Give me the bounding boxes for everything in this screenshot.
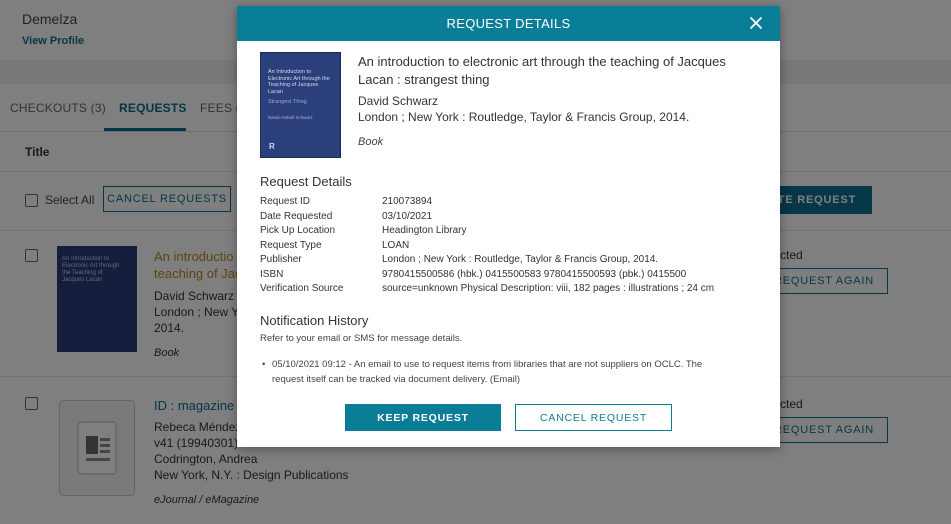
dialog-header: REQUEST DETAILS: [237, 6, 780, 41]
history-item-text: 05/10/2021 09:12 - An email to use to re…: [272, 359, 703, 385]
book-type: Book: [358, 136, 384, 148]
notification-history-heading: Notification History: [260, 313, 369, 328]
detail-value: 03/10/2021: [382, 210, 433, 222]
bullet-icon: •: [262, 359, 266, 370]
history-item: • 05/10/2021 09:12 - An email to use to …: [260, 358, 730, 387]
detail-label: Request Type: [260, 239, 322, 251]
detail-value: 9780415500586 (hbk.) 0415500583 97804155…: [382, 268, 687, 280]
cover-title-text: An Introduction to Electronic Art throug…: [268, 69, 330, 95]
detail-row: Request ID 210073894: [260, 196, 760, 211]
detail-row: Date Requested 03/10/2021: [260, 211, 760, 226]
request-details-table: Request ID 210073894 Date Requested 03/10/…: [260, 196, 760, 298]
request-details-dialog: REQUEST DETAILS An Introduction to Elect…: [237, 6, 780, 447]
history-note: Refer to your email or SMS for message d…: [260, 333, 463, 344]
book-author: David Schwarz: [358, 94, 439, 108]
publisher-logo-icon: R: [269, 142, 275, 151]
book-publication: London ; New York : Routledge, Taylor & …: [358, 110, 690, 124]
book-cover-image: An Introduction to Electronic Art throug…: [260, 52, 341, 158]
detail-value: Headington Library: [382, 225, 467, 236]
detail-row: Verification Source source=unknown Physic…: [260, 283, 760, 298]
dialog-title: REQUEST DETAILS: [446, 16, 571, 31]
close-icon[interactable]: [748, 15, 764, 31]
detail-label: Publisher: [260, 254, 302, 265]
detail-value: London ; New York : Routledge, Taylor & …: [382, 254, 659, 265]
book-title: An introduction to electronic art throug…: [358, 54, 726, 87]
detail-label: Verification Source: [260, 283, 344, 294]
detail-value: source=unknown Physical Description: vii…: [382, 283, 715, 294]
detail-row: Request Type LOAN: [260, 240, 760, 255]
detail-value: 210073894: [382, 196, 433, 207]
cancel-request-button[interactable]: CANCEL REQUEST: [515, 404, 672, 431]
detail-label: Date Requested: [260, 210, 333, 222]
detail-row: Publisher London ; New York : Routledge, …: [260, 254, 760, 269]
detail-value: LOAN: [382, 239, 410, 251]
keep-request-button[interactable]: KEEP REQUEST: [345, 404, 501, 431]
detail-row: ISBN 9780415500586 (hbk.) 0415500583 9780…: [260, 269, 760, 284]
cover-subtitle-text: Strangest Thing: [268, 99, 307, 105]
request-details-heading: Request Details: [260, 174, 352, 189]
detail-row: Pick Up Location Headington Library: [260, 225, 760, 240]
detail-label: Request ID: [260, 196, 311, 207]
cover-author-text: David Ambell Schwarz: [268, 115, 313, 120]
detail-label: Pick Up Location: [260, 225, 336, 236]
detail-label: ISBN: [260, 268, 284, 280]
